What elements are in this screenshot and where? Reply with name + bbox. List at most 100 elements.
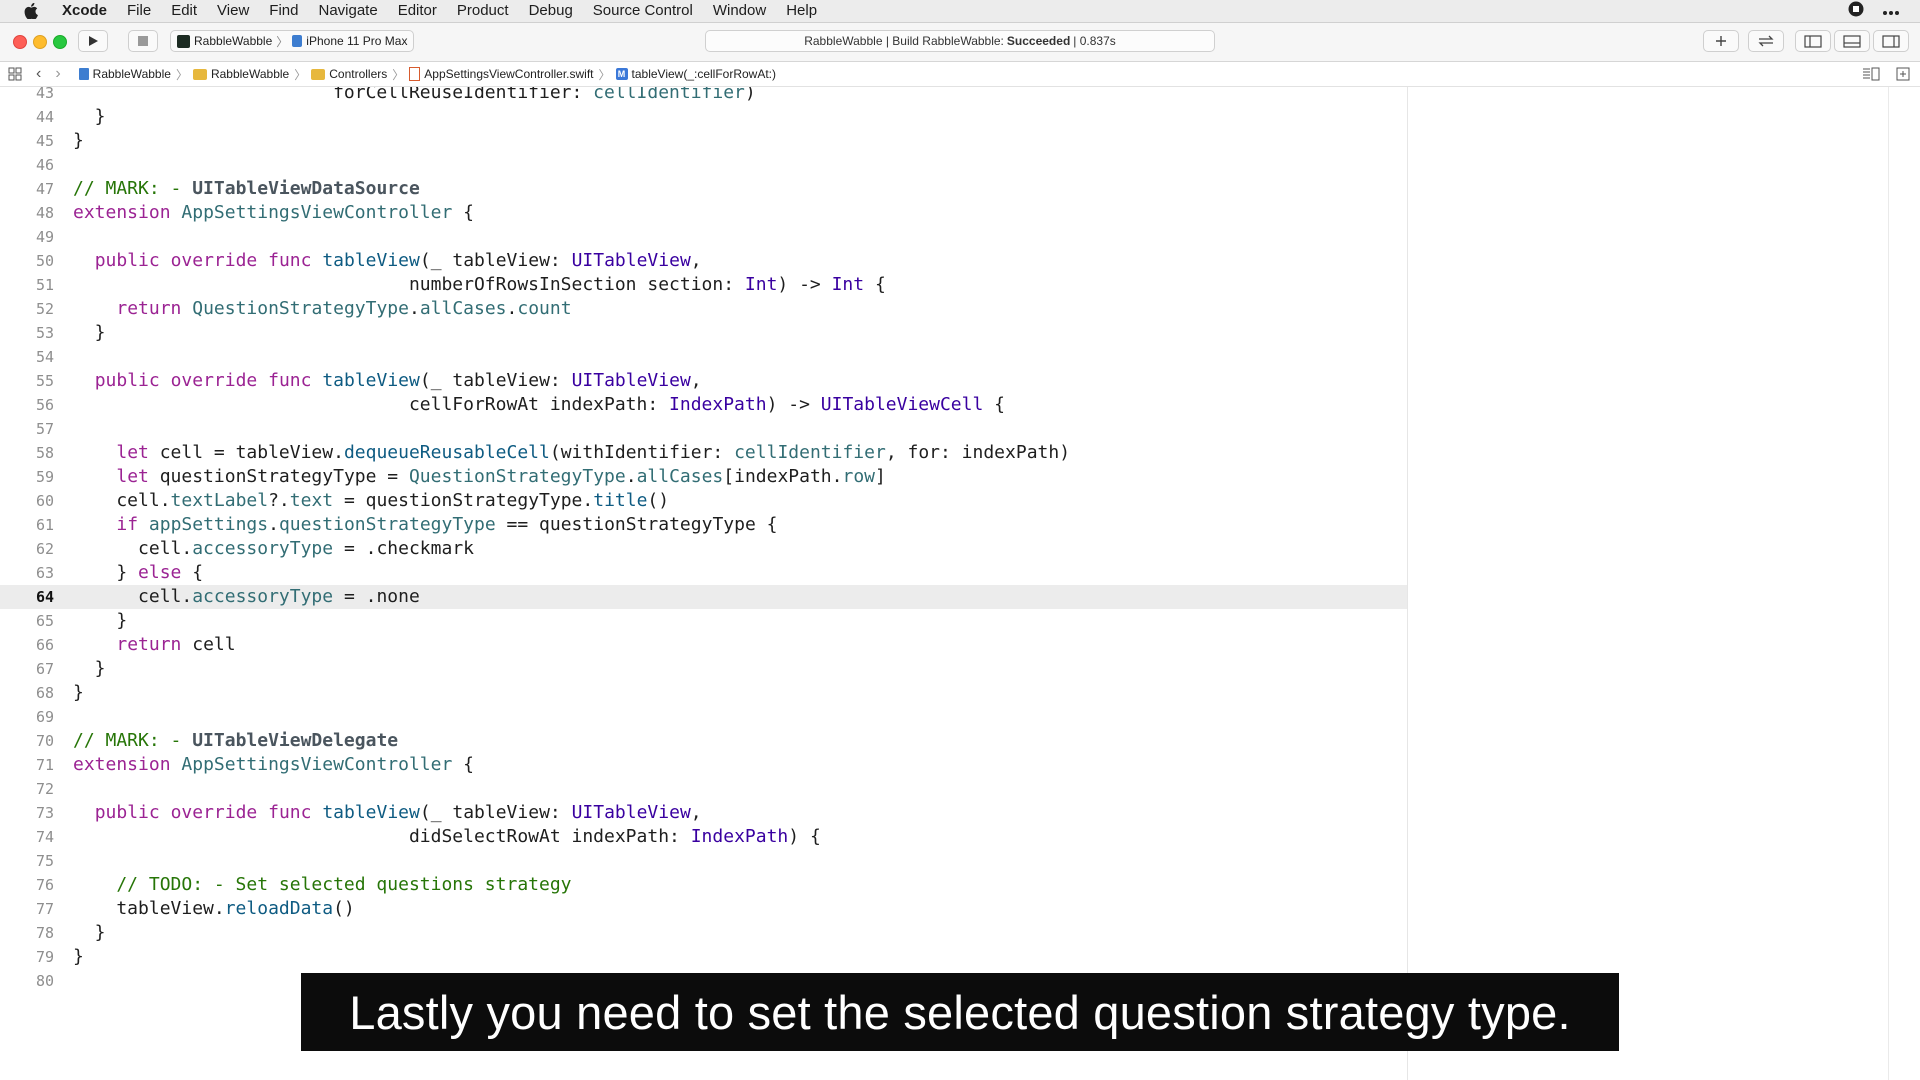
code-line[interactable]: 63 } else { <box>0 561 1407 585</box>
menu-source-control[interactable]: Source Control <box>583 0 703 22</box>
line-number[interactable]: 50 <box>0 249 54 273</box>
line-number[interactable]: 65 <box>0 609 54 633</box>
code-line[interactable]: 48 extension AppSettingsViewController { <box>0 201 1407 225</box>
menu-help[interactable]: Help <box>776 0 827 22</box>
line-number[interactable]: 60 <box>0 489 54 513</box>
code-line[interactable]: 68} <box>0 681 1407 705</box>
code-review-toggle-icon[interactable] <box>1862 67 1880 81</box>
code-text[interactable]: forCellReuseIdentifier: cellIdentifier) <box>73 87 756 105</box>
code-text[interactable]: tableView.reloadData() <box>73 897 354 921</box>
zoom-window-button[interactable] <box>53 35 67 49</box>
code-line[interactable]: 61 if appSettings.questionStrategyType =… <box>0 513 1407 537</box>
code-line[interactable]: 62 cell.accessoryType = .checkmark <box>0 537 1407 561</box>
line-number[interactable]: 77 <box>0 897 54 921</box>
code-text[interactable]: // TODO: - Set selected questions strate… <box>73 873 571 897</box>
record-stop-icon[interactable] <box>1848 1 1864 21</box>
line-number[interactable]: 59 <box>0 465 54 489</box>
line-number[interactable]: 68 <box>0 681 54 705</box>
code-line[interactable]: 73 public override func tableView(_ tabl… <box>0 801 1407 825</box>
code-text[interactable]: // MARK: - UITableViewDelegate <box>73 729 398 753</box>
scheme-device[interactable]: iPhone 11 Pro Max <box>306 34 407 48</box>
code-line[interactable]: 49 <box>0 225 1407 249</box>
line-number[interactable]: 56 <box>0 393 54 417</box>
breadcrumb-project[interactable]: RabbleWabble <box>78 67 171 81</box>
code-line[interactable]: 59 let questionStrategyType = QuestionSt… <box>0 465 1407 489</box>
menu-navigate[interactable]: Navigate <box>308 0 387 22</box>
line-number[interactable]: 44 <box>0 105 54 129</box>
line-number[interactable]: 76 <box>0 873 54 897</box>
code-line[interactable]: 47 // MARK: - UITableViewDataSource <box>0 177 1407 201</box>
code-line[interactable]: 66 return cell <box>0 633 1407 657</box>
menu-find[interactable]: Find <box>259 0 308 22</box>
line-number[interactable]: 54 <box>0 345 54 369</box>
line-number[interactable]: 78 <box>0 921 54 945</box>
code-text[interactable]: } <box>73 321 106 345</box>
code-text[interactable]: } else { <box>73 561 203 585</box>
code-line[interactable]: 79} <box>0 945 1407 969</box>
line-number[interactable]: 53 <box>0 321 54 345</box>
code-line[interactable]: 78 } <box>0 921 1407 945</box>
close-window-button[interactable] <box>13 35 27 49</box>
source-editor[interactable]: 43 forCellReuseIdentifier: cellIdentifie… <box>0 87 1408 1080</box>
line-number[interactable]: 71 <box>0 753 54 777</box>
code-line[interactable]: 43 forCellReuseIdentifier: cellIdentifie… <box>0 87 1407 105</box>
stop-button[interactable] <box>128 30 158 52</box>
code-line[interactable]: 54 <box>0 345 1407 369</box>
line-number[interactable]: 58 <box>0 441 54 465</box>
code-line[interactable]: 67 } <box>0 657 1407 681</box>
line-number[interactable]: 63 <box>0 561 54 585</box>
code-text[interactable]: return cell <box>73 633 235 657</box>
code-line[interactable]: 51 numberOfRowsInSection section: Int) -… <box>0 273 1407 297</box>
code-line[interactable]: 71 extension AppSettingsViewController { <box>0 753 1407 777</box>
back-icon[interactable]: ‹ <box>36 65 41 83</box>
code-text[interactable]: public override func tableView(_ tableVi… <box>73 249 702 273</box>
code-line[interactable]: 75 <box>0 849 1407 873</box>
code-text[interactable]: } <box>73 609 127 633</box>
related-items-icon[interactable] <box>8 67 22 81</box>
line-number[interactable]: 46 <box>0 153 54 177</box>
code-line[interactable]: 74 didSelectRowAt indexPath: IndexPath) … <box>0 825 1407 849</box>
code-line[interactable]: 50 public override func tableView(_ tabl… <box>0 249 1407 273</box>
run-button[interactable] <box>78 30 108 52</box>
code-text[interactable]: } <box>73 129 84 153</box>
breadcrumb-group[interactable]: RabbleWabble <box>192 67 289 81</box>
scheme-selector[interactable]: RabbleWabble 〉 iPhone 11 Pro Max <box>170 30 415 52</box>
line-number[interactable]: 57 <box>0 417 54 441</box>
line-number[interactable]: 45 <box>0 129 54 153</box>
code-text[interactable]: cellForRowAt indexPath: IndexPath) -> UI… <box>73 393 1005 417</box>
line-number[interactable]: 79 <box>0 945 54 969</box>
code-line[interactable]: 52 return QuestionStrategyType.allCases.… <box>0 297 1407 321</box>
menu-window[interactable]: Window <box>703 0 776 22</box>
code-line[interactable]: 69 <box>0 705 1407 729</box>
code-line[interactable]: 65 } <box>0 609 1407 633</box>
menu-file[interactable]: File <box>117 0 161 22</box>
editor-scrollbar[interactable] <box>1888 87 1920 1080</box>
line-number[interactable]: 62 <box>0 537 54 561</box>
line-number[interactable]: 66 <box>0 633 54 657</box>
code-line[interactable]: 72 <box>0 777 1407 801</box>
code-text[interactable]: } <box>73 921 106 945</box>
line-number[interactable]: 55 <box>0 369 54 393</box>
code-text[interactable]: cell.accessoryType = .checkmark <box>73 537 474 561</box>
add-editor-icon[interactable] <box>1896 67 1910 81</box>
code-text[interactable]: // MARK: - UITableViewDataSource <box>73 177 420 201</box>
code-text[interactable]: if appSettings.questionStrategyType == q… <box>73 513 777 537</box>
code-text[interactable]: extension AppSettingsViewController { <box>73 753 474 777</box>
menu-view[interactable]: View <box>207 0 259 22</box>
breadcrumb-file[interactable]: AppSettingsViewController.swift <box>409 67 594 81</box>
code-line[interactable]: 46 <box>0 153 1407 177</box>
toggle-debug-area-button[interactable] <box>1834 30 1870 52</box>
code-line[interactable]: 57 <box>0 417 1407 441</box>
apple-icon[interactable] <box>20 0 42 22</box>
menu-xcode[interactable]: Xcode <box>52 0 117 22</box>
menu-editor[interactable]: Editor <box>388 0 447 22</box>
scheme-project[interactable]: RabbleWabble <box>194 34 272 48</box>
code-text[interactable]: cell.textLabel?.text = questionStrategyT… <box>73 489 669 513</box>
toggle-navigator-button[interactable] <box>1795 30 1831 52</box>
line-number[interactable]: 70 <box>0 729 54 753</box>
line-number[interactable]: 69 <box>0 705 54 729</box>
menu-product[interactable]: Product <box>447 0 519 22</box>
line-number[interactable]: 51 <box>0 273 54 297</box>
line-number[interactable]: 80 <box>0 969 54 993</box>
code-text[interactable]: public override func tableView(_ tableVi… <box>73 801 702 825</box>
